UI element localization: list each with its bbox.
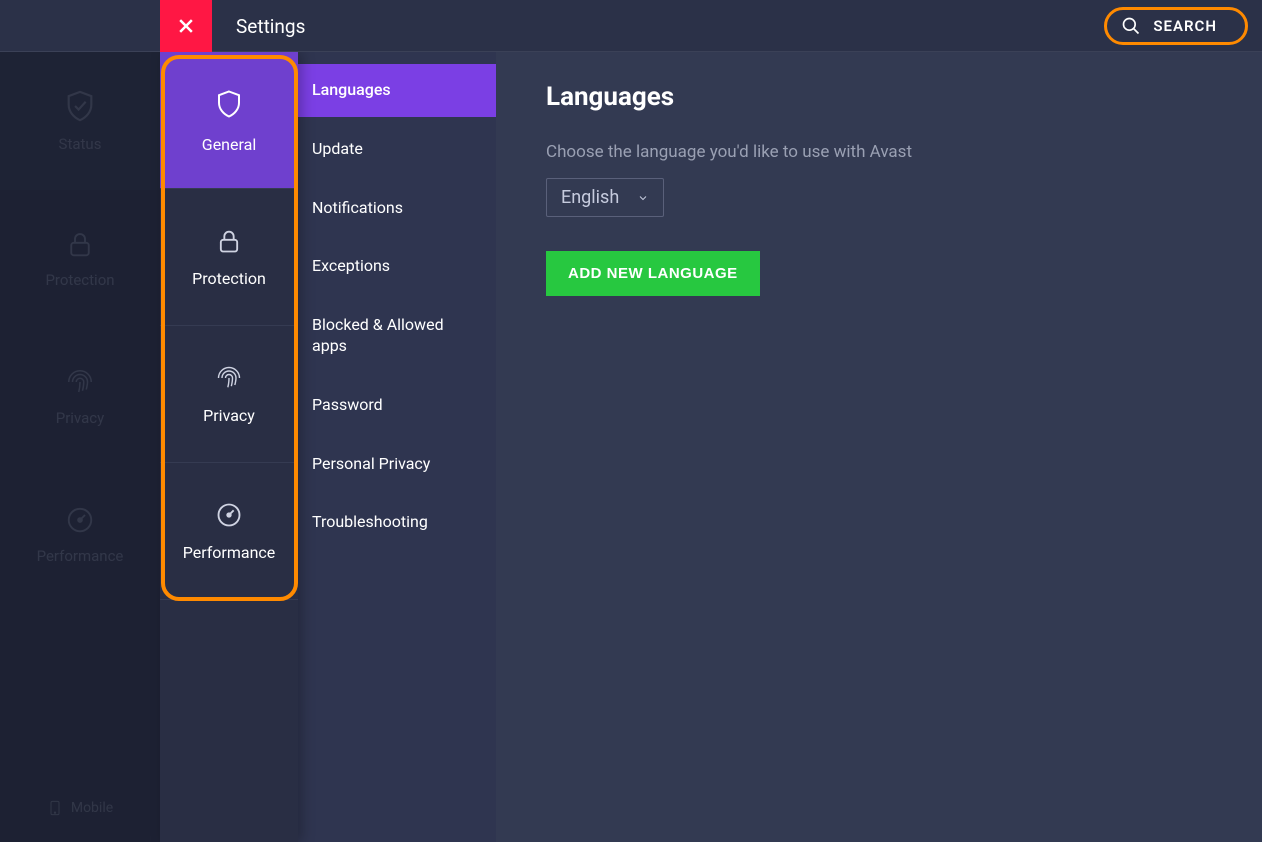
settings-tab-column: General Protection Privacy Performance [160,52,298,842]
subnav-item-label: Notifications [312,198,403,217]
content-description: Choose the language you'd like to use wi… [546,142,1212,162]
subnav-item-exceptions[interactable]: Exceptions [298,240,496,293]
settings-subnav: Languages Update Notifications Exception… [298,52,496,842]
subnav-item-label: Exceptions [312,256,390,275]
subnav-item-blocked-allowed-apps[interactable]: Blocked & Allowed apps [298,299,496,373]
subnav-item-label: Update [312,139,363,158]
fingerprint-icon [215,364,243,392]
chevron-down-icon [637,192,649,204]
language-selected-value: English [561,187,619,208]
tab-performance[interactable]: Performance [160,463,298,600]
search-label: SEARCH [1153,17,1217,35]
subnav-item-label: Personal Privacy [312,454,430,473]
gauge-icon [215,501,243,529]
subnav-item-notifications[interactable]: Notifications [298,182,496,235]
settings-topbar: Settings SEARCH [0,0,1262,52]
subnav-item-label: Languages [312,80,391,99]
subnav-item-troubleshooting[interactable]: Troubleshooting [298,496,496,549]
close-button[interactable] [160,0,212,52]
close-icon [176,16,196,36]
tab-label: Performance [183,543,276,562]
content-heading: Languages [546,82,1212,112]
add-new-language-button[interactable]: ADD NEW LANGUAGE [546,251,760,296]
lock-icon [215,227,243,255]
subnav-item-languages[interactable]: Languages [298,64,496,117]
tab-privacy[interactable]: Privacy [160,326,298,463]
add-button-label: ADD NEW LANGUAGE [568,265,738,282]
subnav-item-label: Password [312,395,383,414]
tab-protection[interactable]: Protection [160,189,298,326]
subnav-item-password[interactable]: Password [298,379,496,432]
subnav-item-personal-privacy[interactable]: Personal Privacy [298,438,496,491]
subnav-item-label: Blocked & Allowed apps [312,315,444,355]
search-button[interactable]: SEARCH [1104,7,1248,45]
subnav-item-label: Troubleshooting [312,512,428,531]
dim-overlay [0,0,160,842]
subnav-item-update[interactable]: Update [298,123,496,176]
tab-label: Privacy [203,406,255,425]
settings-content: Languages Choose the language you'd like… [496,52,1262,842]
tab-label: General [202,135,256,154]
shield-icon [214,87,244,121]
search-icon [1121,16,1141,36]
tab-general[interactable]: General [160,52,298,189]
page-title: Settings [236,0,305,52]
tab-label: Protection [192,269,266,288]
language-select[interactable]: English [546,178,664,217]
